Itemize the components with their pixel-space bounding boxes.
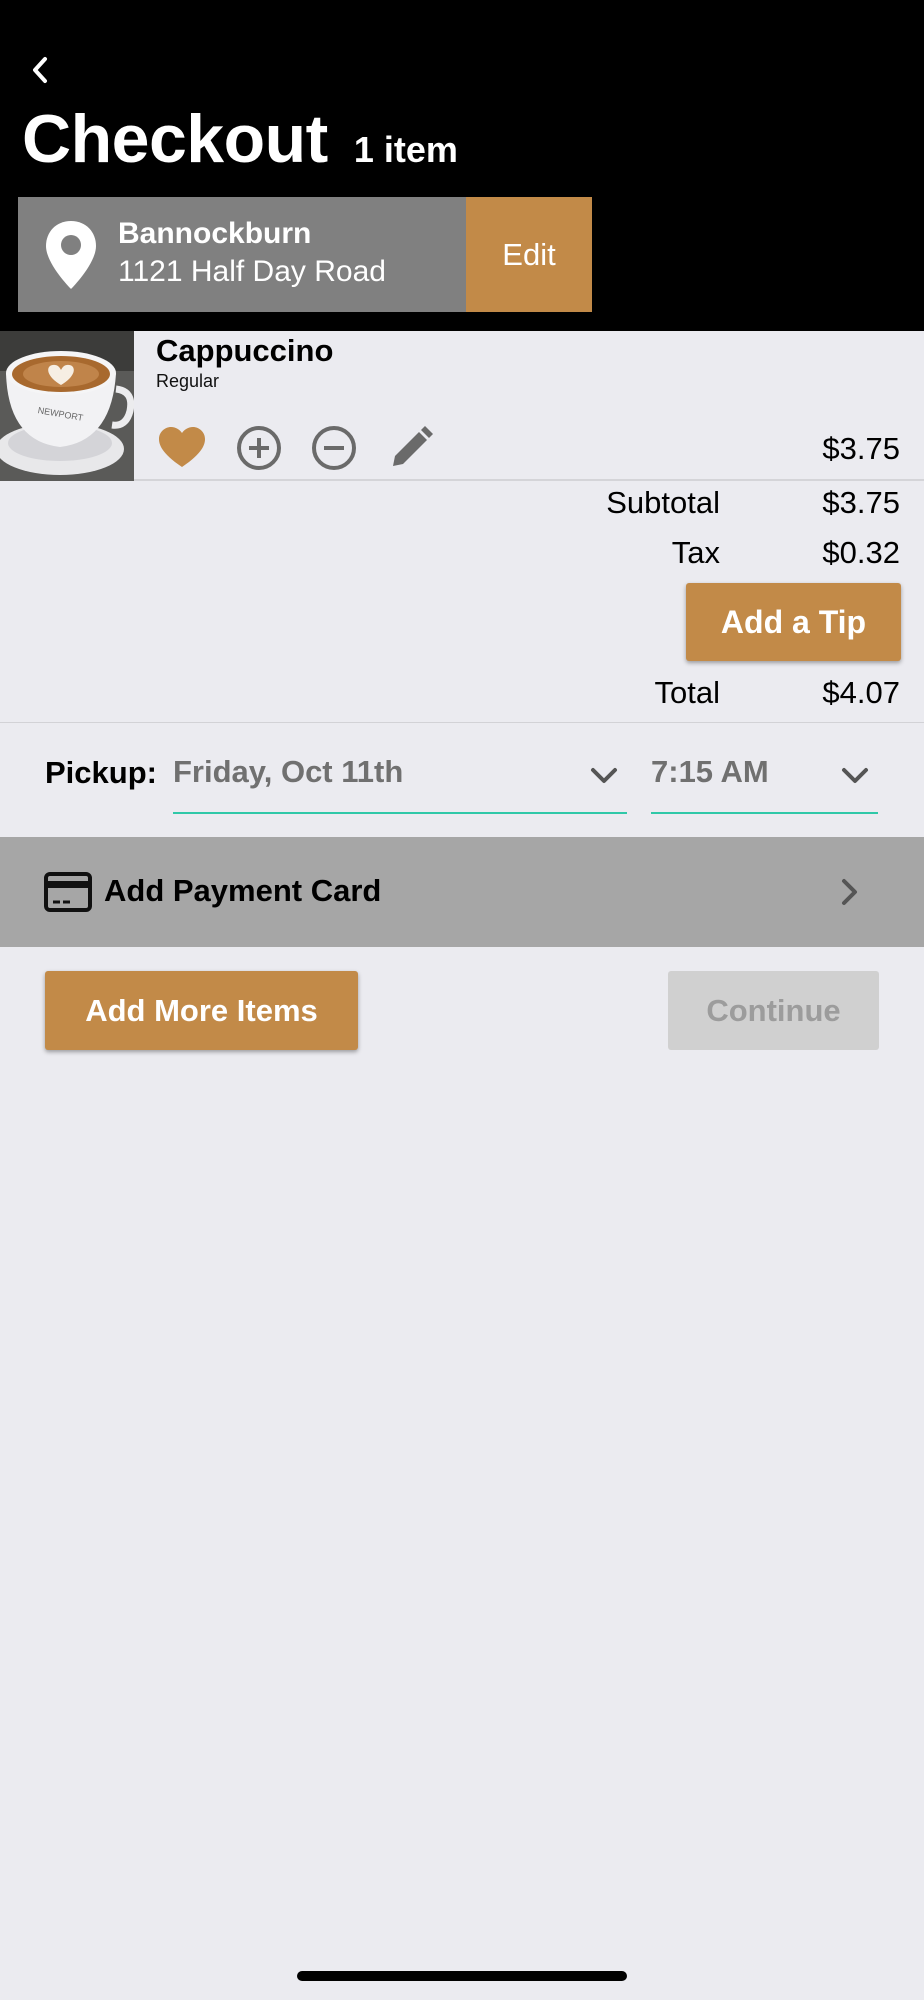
continue-button[interactable]: Continue	[668, 971, 879, 1050]
decrease-quantity-button[interactable]	[309, 423, 359, 473]
minus-circle-icon	[312, 426, 356, 470]
back-button[interactable]	[18, 48, 62, 92]
divider	[0, 722, 924, 723]
pickup-time-value: 7:15 AM	[651, 754, 769, 789]
edit-location-button[interactable]: Edit	[466, 197, 592, 312]
add-tip-button[interactable]: Add a Tip	[686, 583, 901, 661]
pickup-label: Pickup:	[45, 755, 157, 790]
home-indicator	[297, 1971, 627, 1981]
total-value: $4.07	[822, 675, 900, 710]
total-label: Total	[654, 675, 720, 710]
edit-item-button[interactable]	[386, 423, 436, 473]
pickup-time-dropdown[interactable]: 7:15 AM	[651, 740, 878, 814]
item-name: Cappuccino	[156, 333, 334, 368]
item-count: 1 item	[353, 129, 458, 170]
plus-circle-icon	[237, 426, 281, 470]
add-payment-card-row[interactable]: Add Payment Card	[0, 837, 924, 947]
store-address: 1121 Half Day Road	[118, 255, 386, 288]
pencil-icon	[393, 426, 433, 466]
payment-label: Add Payment Card	[104, 873, 382, 908]
location-pin-icon	[46, 221, 96, 289]
chevron-right-icon	[842, 879, 857, 905]
pickup-date-value: Friday, Oct 11th	[173, 754, 404, 789]
page-title: Checkout	[22, 101, 328, 177]
store-name: Bannockburn	[118, 217, 312, 250]
add-more-items-button[interactable]: Add More Items	[45, 971, 358, 1050]
subtotal-value: $3.75	[822, 485, 900, 520]
item-image: NEWPORT	[0, 331, 134, 481]
credit-card-icon	[44, 872, 92, 912]
item-variant: Regular	[156, 371, 220, 391]
chevron-down-icon	[842, 768, 868, 783]
chevron-down-icon	[591, 768, 617, 783]
increase-quantity-button[interactable]	[234, 423, 284, 473]
tax-value: $0.32	[822, 535, 900, 570]
chevron-left-icon	[33, 57, 47, 83]
favorite-button[interactable]	[157, 423, 207, 473]
pickup-date-dropdown[interactable]: Friday, Oct 11th	[173, 740, 627, 814]
heart-icon	[159, 427, 205, 467]
item-price: $3.75	[822, 431, 900, 466]
store-location: Bannockburn 1121 Half Day Road	[18, 197, 466, 312]
cart-item: NEWPORT Cappuccino Regular $3.75	[0, 331, 924, 481]
subtotal-label: Subtotal	[606, 485, 720, 520]
tax-label: Tax	[671, 535, 720, 570]
title-row: Checkout 1 item	[22, 100, 458, 178]
